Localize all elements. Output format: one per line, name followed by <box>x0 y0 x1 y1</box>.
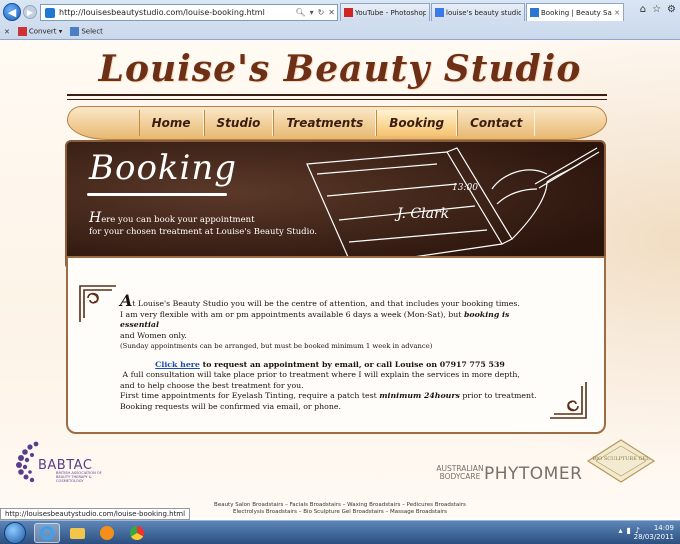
chrome-icon <box>130 526 144 540</box>
network-icon[interactable]: ▮ <box>626 526 630 535</box>
booking-info: At Louise's Beauty Studio you will be th… <box>120 293 540 412</box>
clock[interactable]: 14:09 28/03/2011 <box>634 524 674 542</box>
cta-text: to request an appointment by email, or c… <box>202 359 505 369</box>
tab-youtube[interactable]: YouTube - Photoshop: Un... <box>340 3 430 21</box>
search-icon[interactable]: 🔍︎ <box>293 8 307 17</box>
hero-banner: Booking Here you can book your appointme… <box>65 140 606 270</box>
footer-links: Beauty Salon Broadstairs – Facials Broad… <box>140 502 540 515</box>
title-rule <box>67 94 607 100</box>
p1-line2: I am very flexible with am or pm appoint… <box>120 309 462 319</box>
internet-explorer-icon <box>40 526 54 540</box>
status-url: http://louisesbeautystudio.com/louise-bo… <box>0 508 191 520</box>
tab-booking[interactable]: Booking | Beauty Salon ... ✕ <box>526 3 624 21</box>
clock-time: 14:09 <box>653 524 674 532</box>
bio-sculpture-logo-icon[interactable]: BIO SCULPTURE GEL <box>586 438 656 484</box>
select-button[interactable]: Select <box>70 27 103 36</box>
tab-google[interactable]: louise's beauty studio - Go... <box>431 3 525 21</box>
australian-bodycare-logo[interactable]: AUSTRALIAN BODYCARE <box>430 465 490 481</box>
refresh-icon[interactable]: ↻ <box>316 8 327 17</box>
tab-label: YouTube - Photoshop: Un... <box>355 8 426 17</box>
pdf-icon <box>17 27 27 36</box>
home-icon[interactable]: ⌂ <box>640 4 646 15</box>
nav-items: Home Studio Treatments Booking Contact <box>138 110 536 136</box>
hero-intro-line2: for your chosen treatment at Louise's Be… <box>89 227 317 237</box>
patch-test-paragraph: First time appointments for Eyelash Tint… <box>120 391 540 412</box>
nav-booking[interactable]: Booking <box>376 110 458 136</box>
google-icon <box>435 8 444 17</box>
ornament-top-left-icon <box>79 285 116 322</box>
ornament-bottom-right-icon <box>550 382 587 419</box>
click-here-link[interactable]: Click here <box>155 360 200 369</box>
address-bar[interactable]: http://louisesbeautystudio.com/louise-bo… <box>40 4 338 21</box>
taskbar: ▴ ▮ ♪ 14:09 28/03/2011 <box>0 520 680 544</box>
site-logo-title[interactable]: Louise's Beauty Studio <box>0 48 680 90</box>
nav-studio[interactable]: Studio <box>203 110 274 136</box>
sig-name: J. Clark <box>394 206 449 222</box>
p3-line1-end: prior to treatment. <box>462 391 537 400</box>
stop-icon[interactable]: ✕ <box>326 8 337 17</box>
dropdown-icon[interactable]: ▾ <box>308 8 316 17</box>
start-button[interactable] <box>4 522 26 544</box>
p1-line3: and Women only. <box>120 330 187 340</box>
window-controls: ⌂ ☆ ⚙ <box>640 4 676 15</box>
tray-arrow-icon[interactable]: ▴ <box>618 526 622 535</box>
nav-home[interactable]: Home <box>138 110 204 136</box>
forward-button[interactable]: ▶ <box>23 5 37 19</box>
bio-logo-text: BIO SCULPTURE GEL <box>592 456 650 462</box>
web-page: Louise's Beauty Studio Home Studio Treat… <box>0 40 680 518</box>
hero-intro: Here you can book your appointment for y… <box>89 210 319 238</box>
p2-line2: and to help choose the best treatment fo… <box>120 380 304 390</box>
browser-chrome: ◀ ▶ http://louisesbeautystudio.com/louis… <box>0 0 680 40</box>
clock-date: 28/03/2011 <box>633 533 674 541</box>
tab-label: Booking | Beauty Salon ... <box>541 8 612 17</box>
folder-icon <box>69 527 85 539</box>
youtube-icon <box>344 8 353 17</box>
sig-time: 13:00 <box>452 183 478 193</box>
p3-line1: First time appointments for Eyelash Tint… <box>120 391 377 400</box>
babtac-subtitle: BRITISH ASSOCIATION OF BEAUTY THERAPY & … <box>56 471 102 483</box>
select-icon <box>70 27 80 36</box>
tab-strip: YouTube - Photoshop: Un... louise's beau… <box>340 3 625 21</box>
convert-label: Convert <box>28 27 57 36</box>
p1-small: (Sunday appointments can be arranged, bu… <box>120 342 433 350</box>
main-nav: Home Studio Treatments Booking Contact <box>67 106 607 140</box>
hero-title: Booking <box>89 148 238 188</box>
tab-label: louise's beauty studio - Go... <box>446 8 521 17</box>
consult-paragraph: A full consultation will take place prio… <box>120 370 540 391</box>
screen: ◀ ▶ http://louisesbeautystudio.com/louis… <box>0 0 680 544</box>
close-tab-icon[interactable]: ✕ <box>614 9 620 17</box>
p3-bold: minimum 24hours <box>379 391 460 400</box>
footer-line2[interactable]: Electrolysis Broadstairs – Bio Sculpture… <box>140 509 540 516</box>
booking-hand-illustration: J. Clark 13:00 <box>306 147 600 267</box>
favorites-star-icon[interactable]: ☆ <box>652 4 661 15</box>
select-label: Select <box>81 27 103 36</box>
taskbar-media-player[interactable] <box>94 523 120 543</box>
p2-line1: A full consultation will take place prio… <box>122 370 520 379</box>
back-button[interactable]: ◀ <box>3 3 21 21</box>
taskbar-explorer[interactable] <box>64 523 90 543</box>
ie-page-icon <box>530 8 539 17</box>
close-toolbar-icon[interactable]: ✕ <box>4 28 10 36</box>
tools-gear-icon[interactable]: ⚙ <box>667 4 676 15</box>
nav-treatments[interactable]: Treatments <box>273 110 377 136</box>
taskbar-chrome[interactable] <box>124 523 150 543</box>
hero-intro-line1: ere you can book your appointment <box>101 215 255 225</box>
hero-intro-cap: H <box>89 210 102 226</box>
drop-cap: A <box>120 291 133 310</box>
taskbar-ie[interactable] <box>34 523 60 543</box>
phytomer-logo[interactable]: PHYTOMER <box>484 464 582 484</box>
p1-line1: t Louise's Beauty Studio you will be the… <box>132 299 520 308</box>
nav-contact[interactable]: Contact <box>457 110 536 136</box>
status-bar: http://louisesbeautystudio.com/louise-bo… <box>0 508 191 520</box>
p3-line2: Booking requests will be confirmed via e… <box>120 401 341 411</box>
convert-button[interactable]: Convert ▾ <box>17 27 62 36</box>
site-favicon-icon <box>45 7 55 18</box>
cta-line: Click here to request an appointment by … <box>120 360 540 371</box>
command-bar: ✕ Convert ▾ Select <box>0 24 103 39</box>
media-player-icon <box>100 526 114 540</box>
address-url[interactable]: http://louisesbeautystudio.com/louise-bo… <box>59 8 293 17</box>
hero-underline <box>87 193 227 196</box>
